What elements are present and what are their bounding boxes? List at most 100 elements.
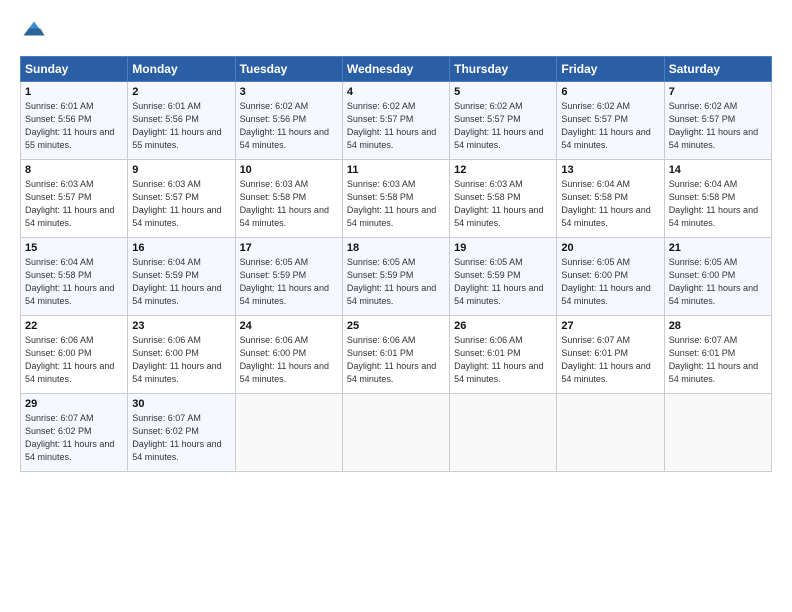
day-info: Sunrise: 6:05 AMSunset: 5:59 PMDaylight:… — [454, 257, 543, 306]
calendar-day-20: 20 Sunrise: 6:05 AMSunset: 6:00 PMDayligh… — [557, 238, 664, 316]
calendar-week-row: 22 Sunrise: 6:06 AMSunset: 6:00 PMDayligh… — [21, 316, 772, 394]
day-number: 2 — [132, 86, 230, 98]
calendar-day-25: 25 Sunrise: 6:06 AMSunset: 6:01 PMDayligh… — [342, 316, 449, 394]
calendar-empty — [557, 394, 664, 472]
calendar-day-23: 23Sunrise: 6:06 AMSunset: 6:00 PMDayligh… — [128, 316, 235, 394]
day-number: 15 — [25, 242, 123, 254]
calendar-day-12: 12 Sunrise: 6:03 AMSunset: 5:58 PMDayligh… — [450, 160, 557, 238]
calendar-empty — [450, 394, 557, 472]
calendar-empty — [342, 394, 449, 472]
day-info: Sunrise: 6:05 AMSunset: 6:00 PMDaylight:… — [669, 257, 758, 306]
calendar-week-row: 1 Sunrise: 6:01 AMSunset: 5:56 PMDaylight… — [21, 82, 772, 160]
day-header-friday: Friday — [557, 57, 664, 82]
day-info: Sunrise: 6:06 AMSunset: 6:00 PMDaylight:… — [240, 335, 329, 384]
calendar-day-14: 14 Sunrise: 6:04 AMSunset: 5:58 PMDayligh… — [664, 160, 771, 238]
day-header-sunday: Sunday — [21, 57, 128, 82]
calendar-day-6: 6 Sunrise: 6:02 AMSunset: 5:57 PMDaylight… — [557, 82, 664, 160]
day-info: Sunrise: 6:02 AMSunset: 5:56 PMDaylight:… — [240, 101, 329, 150]
calendar-day-19: 19 Sunrise: 6:05 AMSunset: 5:59 PMDayligh… — [450, 238, 557, 316]
day-number: 9 — [132, 164, 230, 176]
day-info: Sunrise: 6:04 AMSunset: 5:59 PMDaylight:… — [132, 257, 221, 306]
day-number: 28 — [669, 320, 767, 332]
calendar-week-row: 8 Sunrise: 6:03 AMSunset: 5:57 PMDaylight… — [21, 160, 772, 238]
day-number: 29 — [25, 398, 123, 410]
day-number: 1 — [25, 86, 123, 98]
day-number: 26 — [454, 320, 552, 332]
day-info: Sunrise: 6:04 AMSunset: 5:58 PMDaylight:… — [669, 179, 758, 228]
calendar-day-21: 21 Sunrise: 6:05 AMSunset: 6:00 PMDayligh… — [664, 238, 771, 316]
day-info: Sunrise: 6:07 AMSunset: 6:02 PMDaylight:… — [25, 413, 114, 462]
calendar-table: SundayMondayTuesdayWednesdayThursdayFrid… — [20, 56, 772, 472]
day-info: Sunrise: 6:05 AMSunset: 6:00 PMDaylight:… — [561, 257, 650, 306]
calendar-day-3: 3 Sunrise: 6:02 AMSunset: 5:56 PMDaylight… — [235, 82, 342, 160]
day-info: Sunrise: 6:04 AMSunset: 5:58 PMDaylight:… — [561, 179, 650, 228]
day-number: 12 — [454, 164, 552, 176]
calendar-day-7: 7 Sunrise: 6:02 AMSunset: 5:57 PMDaylight… — [664, 82, 771, 160]
day-number: 5 — [454, 86, 552, 98]
day-info: Sunrise: 6:03 AMSunset: 5:58 PMDaylight:… — [347, 179, 436, 228]
calendar-day-2: 2 Sunrise: 6:01 AMSunset: 5:56 PMDaylight… — [128, 82, 235, 160]
calendar-day-16: 16 Sunrise: 6:04 AMSunset: 5:59 PMDayligh… — [128, 238, 235, 316]
calendar-day-26: 26 Sunrise: 6:06 AMSunset: 6:01 PMDayligh… — [450, 316, 557, 394]
day-number: 3 — [240, 86, 338, 98]
calendar-day-8: 8 Sunrise: 6:03 AMSunset: 5:57 PMDaylight… — [21, 160, 128, 238]
calendar-day-24: 24 Sunrise: 6:06 AMSunset: 6:00 PMDayligh… — [235, 316, 342, 394]
day-header-wednesday: Wednesday — [342, 57, 449, 82]
day-number: 16 — [132, 242, 230, 254]
calendar-week-row: 29 Sunrise: 6:07 AMSunset: 6:02 PMDayligh… — [21, 394, 772, 472]
day-number: 6 — [561, 86, 659, 98]
day-number: 17 — [240, 242, 338, 254]
day-info: Sunrise: 6:04 AMSunset: 5:58 PMDaylight:… — [25, 257, 114, 306]
day-header-tuesday: Tuesday — [235, 57, 342, 82]
header — [20, 18, 772, 46]
day-info: Sunrise: 6:03 AMSunset: 5:58 PMDaylight:… — [454, 179, 543, 228]
day-number: 8 — [25, 164, 123, 176]
day-number: 19 — [454, 242, 552, 254]
day-info: Sunrise: 6:01 AMSunset: 5:56 PMDaylight:… — [25, 101, 114, 150]
day-number: 24 — [240, 320, 338, 332]
day-info: Sunrise: 6:02 AMSunset: 5:57 PMDaylight:… — [561, 101, 650, 150]
day-info: Sunrise: 6:07 AMSunset: 6:01 PMDaylight:… — [669, 335, 758, 384]
day-number: 7 — [669, 86, 767, 98]
day-info: Sunrise: 6:06 AMSunset: 6:00 PMDaylight:… — [25, 335, 114, 384]
day-info: Sunrise: 6:03 AMSunset: 5:57 PMDaylight:… — [132, 179, 221, 228]
day-info: Sunrise: 6:05 AMSunset: 5:59 PMDaylight:… — [347, 257, 436, 306]
day-info: Sunrise: 6:07 AMSunset: 6:02 PMDaylight:… — [132, 413, 221, 462]
calendar-day-18: 18 Sunrise: 6:05 AMSunset: 5:59 PMDayligh… — [342, 238, 449, 316]
calendar-empty — [235, 394, 342, 472]
day-number: 10 — [240, 164, 338, 176]
day-number: 25 — [347, 320, 445, 332]
calendar-day-10: 10 Sunrise: 6:03 AMSunset: 5:58 PMDayligh… — [235, 160, 342, 238]
logo-icon — [20, 18, 48, 46]
day-header-monday: Monday — [128, 57, 235, 82]
calendar-week-row: 15 Sunrise: 6:04 AMSunset: 5:58 PMDayligh… — [21, 238, 772, 316]
day-info: Sunrise: 6:06 AMSunset: 6:01 PMDaylight:… — [347, 335, 436, 384]
calendar-day-17: 17 Sunrise: 6:05 AMSunset: 5:59 PMDayligh… — [235, 238, 342, 316]
calendar-day-9: 9 Sunrise: 6:03 AMSunset: 5:57 PMDaylight… — [128, 160, 235, 238]
day-number: 27 — [561, 320, 659, 332]
calendar-day-22: 22 Sunrise: 6:06 AMSunset: 6:00 PMDayligh… — [21, 316, 128, 394]
day-info: Sunrise: 6:03 AMSunset: 5:57 PMDaylight:… — [25, 179, 114, 228]
day-number: 22 — [25, 320, 123, 332]
day-info: Sunrise: 6:01 AMSunset: 5:56 PMDaylight:… — [132, 101, 221, 150]
day-header-thursday: Thursday — [450, 57, 557, 82]
day-info: Sunrise: 6:06 AMSunset: 6:00 PMDaylight:… — [132, 335, 221, 384]
logo — [20, 18, 52, 46]
calendar-empty — [664, 394, 771, 472]
day-number: 13 — [561, 164, 659, 176]
calendar-day-15: 15 Sunrise: 6:04 AMSunset: 5:58 PMDayligh… — [21, 238, 128, 316]
calendar-header-row: SundayMondayTuesdayWednesdayThursdayFrid… — [21, 57, 772, 82]
day-info: Sunrise: 6:06 AMSunset: 6:01 PMDaylight:… — [454, 335, 543, 384]
day-number: 30 — [132, 398, 230, 410]
day-number: 11 — [347, 164, 445, 176]
day-number: 21 — [669, 242, 767, 254]
calendar-day-29: 29 Sunrise: 6:07 AMSunset: 6:02 PMDayligh… — [21, 394, 128, 472]
calendar-day-5: 5Sunrise: 6:02 AMSunset: 5:57 PMDaylight… — [450, 82, 557, 160]
day-number: 20 — [561, 242, 659, 254]
day-info: Sunrise: 6:02 AMSunset: 5:57 PMDaylight:… — [669, 101, 758, 150]
day-number: 18 — [347, 242, 445, 254]
day-info: Sunrise: 6:03 AMSunset: 5:58 PMDaylight:… — [240, 179, 329, 228]
calendar-day-28: 28 Sunrise: 6:07 AMSunset: 6:01 PMDayligh… — [664, 316, 771, 394]
day-number: 14 — [669, 164, 767, 176]
day-info: Sunrise: 6:05 AMSunset: 5:59 PMDaylight:… — [240, 257, 329, 306]
